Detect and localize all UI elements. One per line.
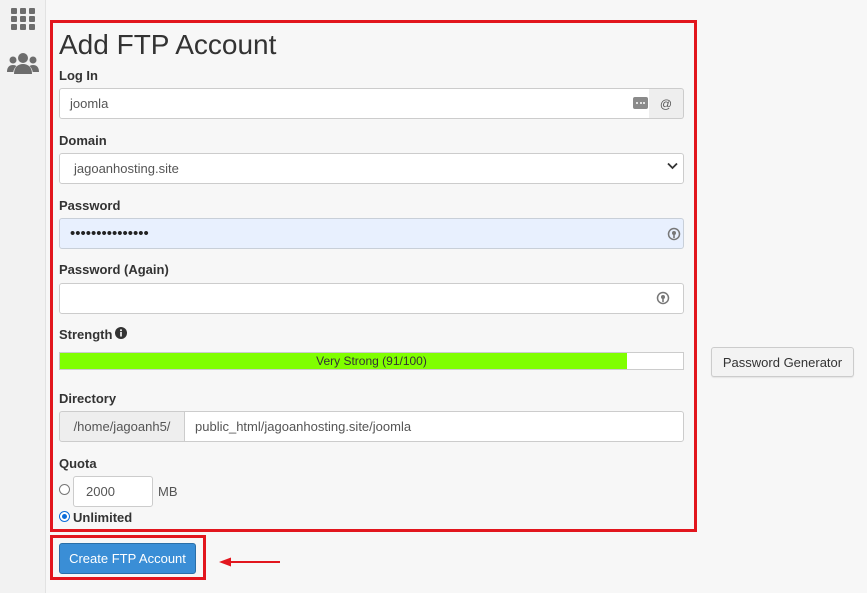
annotation-arrow-icon — [219, 557, 280, 567]
domain-label: Domain — [59, 133, 107, 148]
quota-input[interactable]: 2000 — [73, 476, 153, 507]
quota-unit: MB — [158, 484, 178, 499]
directory-prefix: /home/jagoanh5/ — [59, 411, 185, 442]
domain-selected-value: jagoanhosting.site — [74, 161, 179, 176]
grid-icon[interactable] — [10, 7, 36, 31]
strength-label: Strength — [59, 327, 113, 342]
login-label: Log In — [59, 68, 98, 83]
quota-unlimited-label[interactable]: Unlimited — [73, 510, 132, 525]
strength-meter: Very Strong (91/100) — [59, 352, 684, 370]
password-again-input[interactable] — [59, 283, 684, 314]
quota-unlimited-radio[interactable] — [59, 511, 70, 522]
directory-value: public_html/jagoanhosting.site/joomla — [195, 419, 412, 434]
quota-label: Quota — [59, 456, 97, 471]
create-ftp-account-button[interactable]: Create FTP Account — [59, 543, 196, 574]
password-generator-button[interactable]: Password Generator — [711, 347, 854, 377]
chevron-down-icon — [667, 162, 678, 170]
login-input[interactable]: joomla — [59, 88, 650, 119]
password-masked-value: ••••••••••••••• — [70, 225, 149, 242]
directory-label: Directory — [59, 391, 117, 406]
login-at-addon: @ — [649, 88, 684, 119]
strength-text: Very Strong (91/100) — [316, 354, 427, 368]
key-icon[interactable] — [667, 227, 681, 241]
page-title: Add FTP Account — [59, 29, 277, 60]
users-icon[interactable] — [7, 52, 39, 76]
password-label: Password — [59, 198, 121, 213]
sidebar — [0, 0, 46, 593]
info-icon[interactable] — [115, 327, 127, 339]
key-icon[interactable] — [656, 291, 670, 305]
password-again-label: Password (Again) — [59, 262, 169, 277]
password-manager-icon[interactable] — [633, 97, 648, 109]
directory-input[interactable]: public_html/jagoanhosting.site/joomla — [184, 411, 684, 442]
login-value: joomla — [70, 96, 109, 111]
domain-select[interactable]: jagoanhosting.site — [59, 153, 684, 184]
password-input[interactable]: ••••••••••••••• — [59, 218, 684, 249]
quota-value: 2000 — [86, 484, 115, 499]
quota-limited-radio[interactable] — [59, 484, 70, 495]
